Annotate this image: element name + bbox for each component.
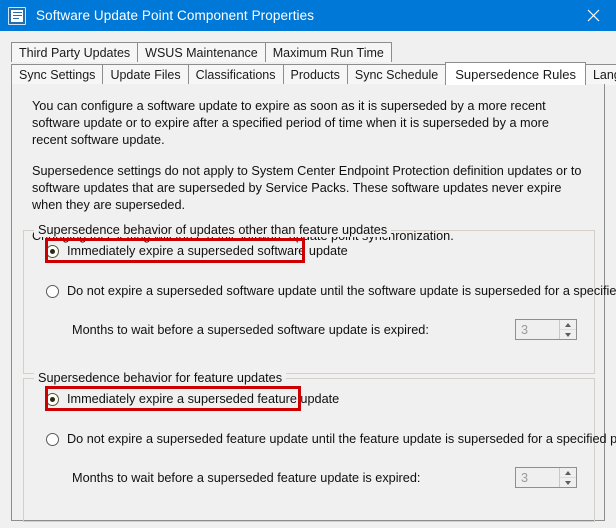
tab-third-party-updates[interactable]: Third Party Updates (11, 42, 139, 62)
months-feature-label: Months to wait before a superseded featu… (72, 471, 421, 485)
tab-row-lower: Sync Settings Update Files Classificatio… (11, 62, 616, 85)
months-software-label: Months to wait before a superseded softw… (72, 323, 429, 337)
months-software-label-row: Months to wait before a superseded softw… (72, 323, 429, 337)
months-feature-stepper-buttons (559, 468, 576, 487)
radio-indicator (46, 284, 59, 298)
group-supersedence-software-updates: Supersedence behavior of updates other t… (23, 223, 616, 374)
radio-delayed-expire-software-label: Do not expire a superseded software upda… (67, 284, 616, 298)
group-software-legend: Supersedence behavior of updates other t… (34, 223, 392, 237)
tab-strip: Third Party Updates WSUS Maintenance Max… (11, 42, 616, 85)
description-paragraph-2: Supersedence settings do not apply to Sy… (32, 164, 582, 212)
properties-dialog-window: Software Update Point Component Properti… (0, 0, 616, 528)
months-software-value[interactable]: 3 (516, 320, 559, 339)
tab-wsus-maintenance[interactable]: WSUS Maintenance (137, 42, 266, 62)
properties-sheet-icon (8, 6, 26, 25)
months-feature-label-row: Months to wait before a superseded featu… (72, 471, 420, 485)
stepper-up-icon[interactable] (560, 320, 576, 330)
stepper-down-icon[interactable] (560, 330, 576, 339)
close-icon[interactable] (570, 0, 616, 31)
tab-row-upper: Third Party Updates WSUS Maintenance Max… (11, 42, 392, 62)
tab-sync-settings[interactable]: Sync Settings (11, 64, 104, 85)
tab-maximum-run-time[interactable]: Maximum Run Time (264, 42, 392, 62)
radio-immediate-expire-feature[interactable]: Immediately expire a superseded feature … (46, 392, 339, 406)
radio-delayed-expire-feature[interactable]: Do not expire a superseded feature updat… (46, 432, 616, 446)
tab-classifications[interactable]: Classifications (187, 64, 284, 85)
tab-supersedence-rules[interactable]: Supersedence Rules (445, 62, 586, 85)
radio-indicator (46, 392, 59, 406)
months-feature-stepper[interactable]: 3 (515, 467, 577, 488)
radio-delayed-expire-software[interactable]: Do not expire a superseded software upda… (46, 284, 616, 298)
tab-languages[interactable]: Languages (584, 64, 616, 85)
tab-sync-schedule[interactable]: Sync Schedule (346, 64, 447, 85)
months-software-stepper-buttons (559, 320, 576, 339)
radio-delayed-expire-feature-label: Do not expire a superseded feature updat… (67, 432, 616, 446)
title-bar: Software Update Point Component Properti… (0, 0, 616, 31)
radio-immediate-expire-software[interactable]: Immediately expire a superseded software… (46, 244, 348, 258)
window-title: Software Update Point Component Properti… (36, 8, 315, 23)
tab-update-files[interactable]: Update Files (102, 64, 189, 85)
months-feature-value[interactable]: 3 (516, 468, 559, 487)
tab-products[interactable]: Products (282, 64, 348, 85)
description-paragraph-1: You can configure a software update to e… (32, 99, 549, 147)
group-supersedence-feature-updates: Supersedence behavior for feature update… (23, 371, 616, 522)
group-feature-legend: Supersedence behavior for feature update… (34, 371, 287, 385)
stepper-down-icon[interactable] (560, 478, 576, 487)
radio-indicator (46, 244, 59, 258)
radio-indicator (46, 432, 59, 446)
radio-immediate-expire-software-label: Immediately expire a superseded software… (67, 244, 348, 258)
stepper-up-icon[interactable] (560, 468, 576, 478)
radio-immediate-expire-feature-label: Immediately expire a superseded feature … (67, 392, 340, 406)
months-software-stepper[interactable]: 3 (515, 319, 577, 340)
tab-panel-supersedence-rules: You can configure a software update to e… (11, 84, 616, 522)
